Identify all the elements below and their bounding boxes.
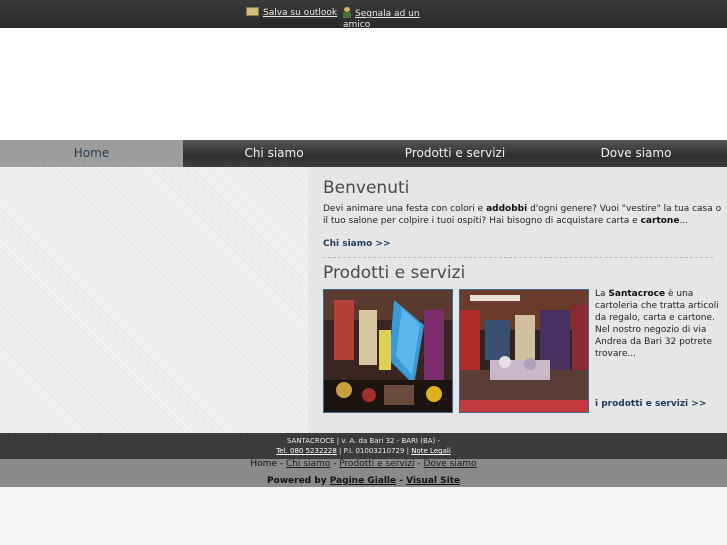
welcome-text: Devi animare una festa con colori e addo… [323,204,722,226]
footer-dove-siamo[interactable]: Dove siamo [424,459,477,469]
save-outlook-link[interactable]: Salva su outlook [246,7,337,19]
welcome-title: Benvenuti [323,178,410,198]
main-content: Benvenuti Devi animare una festa con col… [308,167,727,433]
shop-photo-1 [323,289,453,413]
visual-site-link[interactable]: Visual Site [406,476,460,486]
footer-home[interactable]: Home [250,459,277,469]
footer-legal-link[interactable]: Note Legali [411,447,451,455]
prodotti-servizi-link[interactable]: i prodotti e servizi >> [595,399,706,409]
footer-prodotti[interactable]: Prodotti e servizi [339,459,414,469]
shop-photo-2 [459,289,589,413]
powered-by: Powered by Pagine Gialle - Visual Site [266,476,461,486]
footer-address: SANTACROCE | v. A. da Bari 32 - BARI (BA… [286,437,441,445]
footer-tel-link[interactable]: Tel. 080 5232228 [276,447,337,455]
main-nav: Home Chi siamo Prodotti e servizi Dove s… [0,140,727,167]
footer-nav: Home - Chi siamo - Prodotti e servizi - … [0,459,727,487]
person-icon [343,7,351,18]
left-panel [0,167,308,433]
footer-contacts: Tel. 080 5232228 | P.I. 01003210729 | No… [276,447,451,455]
top-bar: Salva su outlook Segnala ad un amico [0,0,727,30]
products-description: La Santacroce è una cartoleria che tratt… [595,289,719,359]
section-divider [323,257,713,258]
footer-links: Home - Chi siamo - Prodotti e servizi - … [250,459,477,469]
shop-photo-2-image [460,290,588,412]
nav-item-prodotti[interactable]: Prodotti e servizi [365,140,545,167]
products-title: Prodotti e servizi [323,263,466,283]
nav-item-chi-siamo[interactable]: Chi siamo [183,140,365,167]
chi-siamo-link[interactable]: Chi siamo >> [323,239,391,249]
header-banner [0,28,727,140]
nav-item-home[interactable]: Home [0,140,183,167]
envelope-icon [246,7,259,16]
footer-info: SANTACROCE | v. A. da Bari 32 - BARI (BA… [0,433,727,459]
shop-photo-1-image [324,290,452,412]
footer-chi-siamo[interactable]: Chi siamo [286,459,330,469]
pagine-gialle-link[interactable]: Pagine Gialle [330,476,396,486]
nav-item-dove-siamo[interactable]: Dove siamo [545,140,727,167]
